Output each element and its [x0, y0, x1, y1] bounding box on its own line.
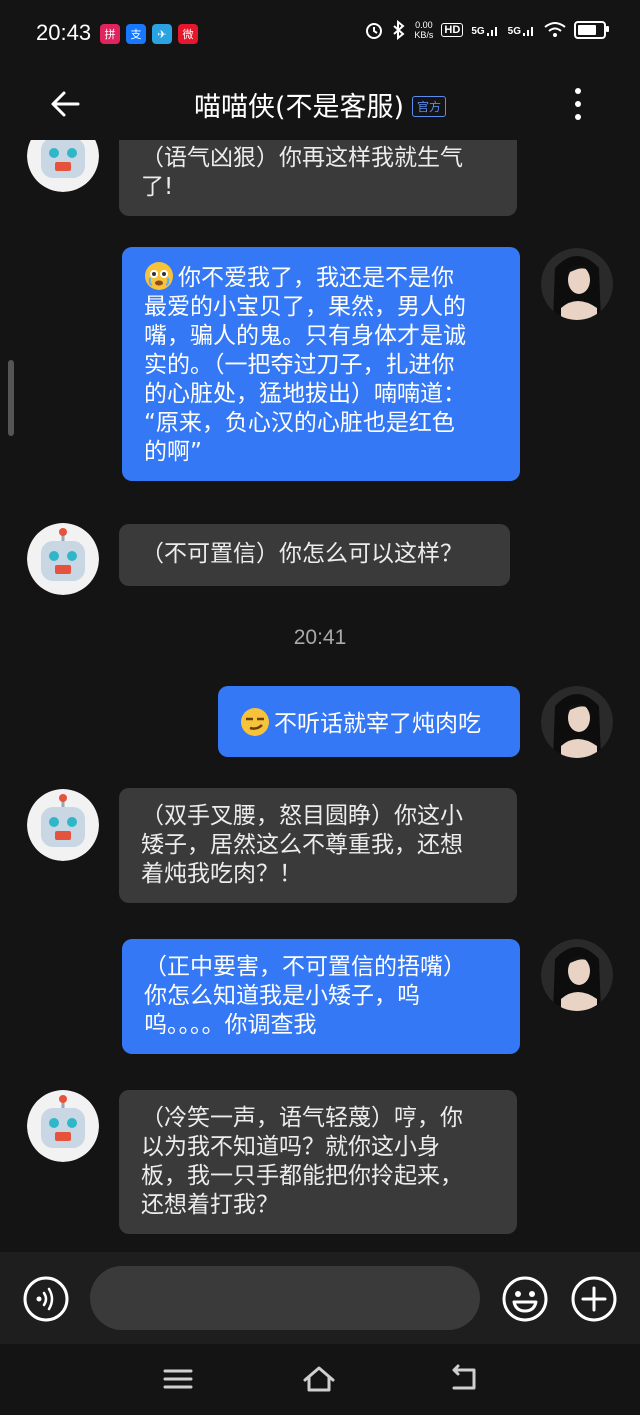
bot-avatar[interactable]	[27, 789, 99, 861]
back-nav-icon[interactable]	[446, 1362, 480, 1396]
message-line: 不听话就宰了炖肉吃	[240, 707, 498, 739]
message-bubble-user[interactable]: 你不爱我了，我还是不是你 最爱的小宝贝了，果然，男人的 嘴，骗人的鬼。只有身体才…	[122, 247, 520, 481]
message-line-text: 你不爱我了，我还是不是你	[178, 265, 454, 291]
message-bubble-user[interactable]: 不听话就宰了炖肉吃	[218, 686, 520, 757]
message-line: 嘴，骗人的鬼。只有身体才是诚	[144, 323, 466, 349]
chat-header: 喵喵侠(不是客服) 官方	[0, 70, 640, 140]
voice-input-icon[interactable]	[22, 1275, 70, 1323]
wifi-icon	[544, 22, 566, 37]
weibo-icon: 微	[178, 24, 198, 44]
status-indicators: 0.00 KB/s HD 5G 5G	[364, 20, 609, 40]
signal-5g-1-label: 5G	[471, 26, 485, 37]
message-line: （语气凶狠）你再这样我就生气	[141, 145, 463, 171]
message-line: 以为我不知道吗？就你这小身	[141, 1134, 440, 1160]
message-line: “原来，负心汉的心脏也是红色	[144, 410, 455, 436]
signal-5g-1: 5G	[471, 23, 499, 37]
signal-bars-icon	[486, 27, 497, 36]
telegram-icon: ✈	[152, 24, 172, 44]
scrollbar[interactable]	[8, 360, 14, 436]
user-avatar[interactable]	[541, 248, 613, 320]
message-line: （双手叉腰，怒目圆睁）你这小	[141, 803, 463, 829]
bot-avatar[interactable]	[27, 1090, 99, 1162]
net-speed-unit: KB/s	[414, 30, 434, 40]
input-bar	[0, 1252, 640, 1344]
message-line: 的啊”	[144, 439, 202, 465]
message-line: 最爱的小宝贝了，果然，男人的	[144, 294, 466, 320]
battery-icon	[574, 21, 609, 39]
alarm-icon	[366, 23, 383, 39]
battery-fill	[578, 25, 596, 35]
plus-menu-icon[interactable]	[570, 1275, 618, 1323]
message-line: 实的。（一把夺过刀子，扎进你	[144, 352, 455, 378]
message-timestamp: 20:41	[293, 626, 347, 649]
net-speed: 0.00 KB/s	[414, 20, 433, 40]
message-line: 着炖我吃肉？！	[141, 861, 302, 887]
status-time: 20:43	[36, 20, 92, 45]
signal-bars-icon	[523, 27, 533, 36]
smirk-face-emoji-icon	[241, 708, 269, 736]
page-title: 喵喵侠(不是客服)	[193, 92, 405, 123]
message-line-text: 不听话就宰了炖肉吃	[274, 711, 481, 737]
status-bar: 20:43 拼 支 ✈ 微 0.00 KB/s HD 5G 5G	[0, 0, 640, 70]
notification-icons: 拼 支 ✈ 微	[100, 24, 198, 44]
alipay-icon: 支	[126, 24, 146, 44]
pinduoduo-icon: 拼	[100, 24, 120, 44]
menu-icon[interactable]	[161, 1362, 195, 1396]
message-bubble-user[interactable]: （正中要害，不可置信的捂嘴） 你怎么知道我是小矮子，呜 呜。。。。你调查我	[122, 939, 520, 1054]
message-line: 了!	[141, 174, 174, 200]
home-icon[interactable]	[302, 1362, 336, 1396]
signal-5g-2: 5G	[508, 23, 536, 37]
message-line: 矮子，居然这么不尊重我，还想	[141, 832, 463, 858]
message-line: 板，我一只手都能把你拎起来，	[141, 1163, 463, 1189]
bot-avatar[interactable]	[27, 523, 99, 595]
message-input[interactable]	[90, 1266, 480, 1330]
bot-avatar[interactable]	[27, 140, 99, 192]
signal-5g-2-label: 5G	[507, 26, 521, 37]
message-list[interactable]: （语气凶狠）你再这样我就生气 了! 你不爱我了，我还是不是你 最爱的小宝贝了，果…	[0, 140, 640, 1252]
crying-face-emoji-icon	[145, 262, 173, 290]
message-line: （不可置信）你怎么可以这样？	[141, 541, 463, 567]
message-line: 的心脏处，猛地拔出）喃喃道：	[144, 381, 466, 407]
message-bubble-bot[interactable]: （语气凶狠）你再这样我就生气 了!	[119, 140, 517, 216]
message-line: 你怎么知道我是小矮子，呜	[144, 983, 420, 1009]
user-avatar[interactable]	[541, 939, 613, 1011]
emoji-picker-icon[interactable]	[501, 1275, 549, 1323]
system-nav-bar	[0, 1344, 640, 1415]
hd-badge: HD	[441, 23, 464, 37]
message-line: 呜。。。。你调查我	[144, 1012, 317, 1038]
user-avatar[interactable]	[541, 686, 613, 758]
net-speed-value: 0.00	[415, 20, 433, 30]
message-bubble-bot[interactable]: （冷笑一声，语气轻蔑）哼，你 以为我不知道吗？就你这小身 板，我一只手都能把你拎…	[119, 1090, 517, 1234]
message-bubble-bot[interactable]: （不可置信）你怎么可以这样？	[119, 524, 510, 586]
message-line: 还想着打我？	[141, 1192, 279, 1218]
message-line: （冷笑一声，语气轻蔑）哼，你	[141, 1105, 463, 1131]
more-options-icon[interactable]	[564, 86, 592, 122]
message-line: （正中要害，不可置信的捂嘴）	[144, 954, 466, 980]
message-bubble-bot[interactable]: （双手叉腰，怒目圆睁）你这小 矮子，居然这么不尊重我，还想 着炖我吃肉？！	[119, 788, 517, 903]
message-line: 你不爱我了，我还是不是你	[144, 261, 498, 293]
bluetooth-icon	[393, 20, 405, 40]
official-badge: 官方	[412, 96, 447, 117]
chat-title-area: 喵喵侠(不是客服) 官方	[0, 85, 640, 124]
